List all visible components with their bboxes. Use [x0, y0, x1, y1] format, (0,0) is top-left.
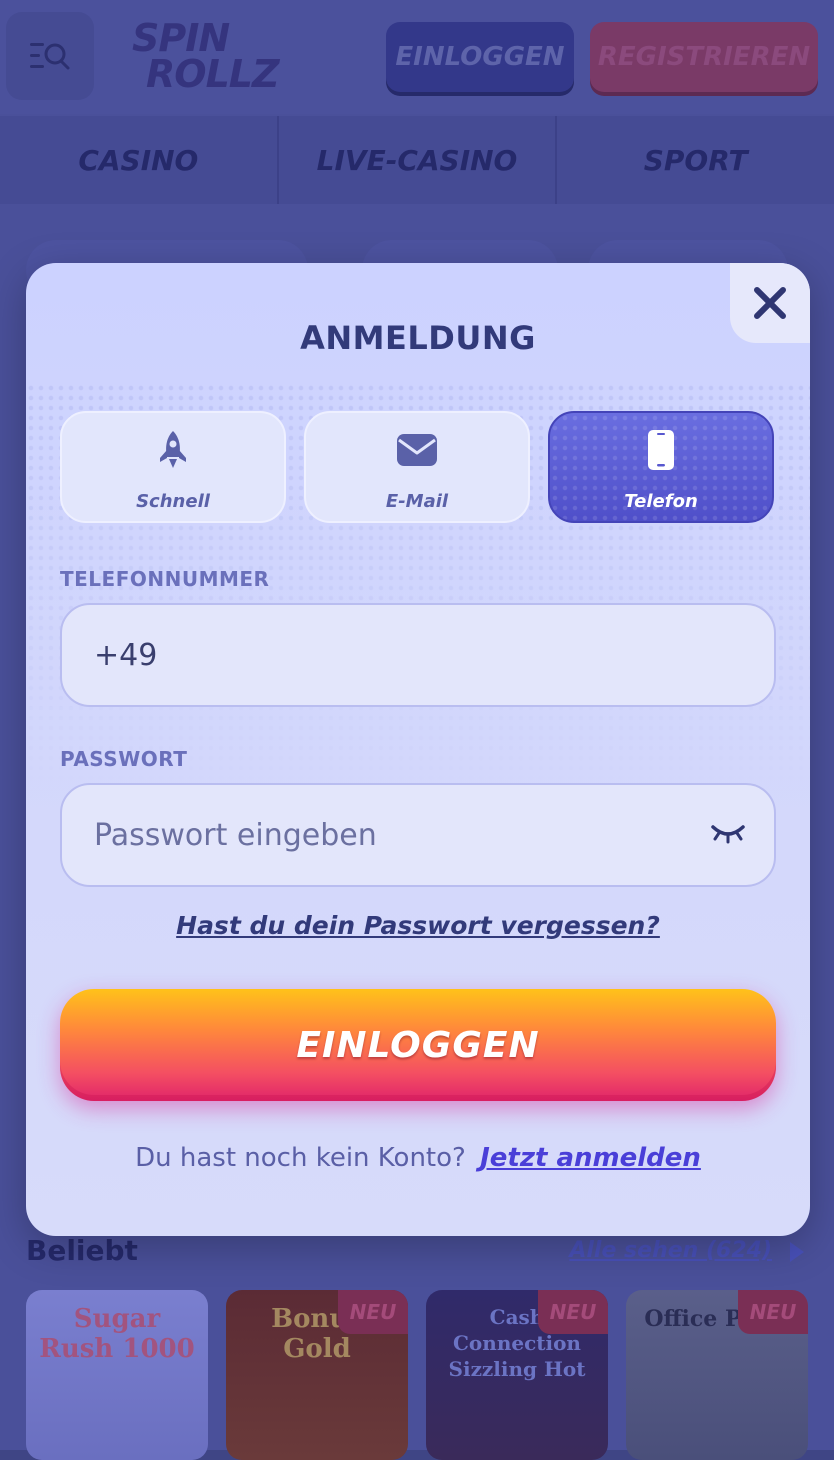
- password-label: PASSWORT: [60, 747, 188, 771]
- login-submit-button[interactable]: EINLOGGEN: [60, 989, 776, 1101]
- new-badge: NEU: [738, 1290, 808, 1334]
- game-tile[interactable]: Office Party NEU: [626, 1290, 808, 1460]
- arrow-right-icon[interactable]: [790, 1242, 804, 1262]
- menu-search-icon: [30, 43, 70, 70]
- signup-link[interactable]: Jetzt anmelden: [480, 1143, 701, 1173]
- top-bar: SPIN ROLLZ EINLOGGEN REGISTRIEREN: [0, 0, 834, 114]
- game-tile[interactable]: Sugar Rush 1000: [26, 1290, 208, 1460]
- close-icon: [754, 287, 786, 319]
- forgot-password-link[interactable]: Hast du dein Passwort vergessen?: [26, 911, 810, 940]
- tab-label: Schnell: [136, 491, 210, 512]
- tab-schnell[interactable]: Schnell: [60, 411, 286, 523]
- nav-live-casino[interactable]: LIVE-CASINO: [279, 116, 558, 204]
- tab-telefon[interactable]: Telefon: [548, 411, 774, 523]
- signup-prompt: Du hast noch kein Konto? Jetzt anmelden: [26, 1143, 810, 1173]
- rocket-icon: [160, 431, 186, 468]
- tab-label: E-Mail: [385, 491, 449, 512]
- login-method-tabs: Schnell E-Mail Telefon: [60, 411, 776, 527]
- header-login-button[interactable]: EINLOGGEN: [386, 22, 574, 92]
- modal-title: ANMELDUNG: [300, 319, 536, 357]
- menu-search-button[interactable]: [6, 12, 94, 100]
- game-tile[interactable]: Bonus Gold NEU: [226, 1290, 408, 1460]
- nav-casino[interactable]: CASINO: [0, 116, 279, 204]
- phone-label: TELEFONNUMMER: [60, 567, 270, 591]
- eye-closed-icon[interactable]: [710, 821, 746, 845]
- phone-input[interactable]: [94, 605, 694, 705]
- login-modal: ANMELDUNG Schnell E-Mail Telefon TELEFON…: [26, 263, 810, 1236]
- see-all-link[interactable]: Alle sehen (624): [569, 1238, 772, 1263]
- new-badge: NEU: [538, 1290, 608, 1334]
- game-title: Sugar Rush 1000: [39, 1304, 195, 1364]
- popular-section-title: Beliebt: [26, 1234, 138, 1267]
- nav-sport[interactable]: SPORT: [557, 116, 834, 204]
- category-nav: CASINO LIVE-CASINO SPORT: [0, 116, 834, 204]
- tab-label: Telefon: [624, 491, 698, 512]
- password-input[interactable]: [94, 785, 694, 885]
- envelope-icon: [397, 434, 437, 466]
- new-badge: NEU: [338, 1290, 408, 1334]
- phone-icon: [648, 430, 674, 470]
- no-account-text: Du hast noch kein Konto?: [135, 1143, 466, 1173]
- header-register-button[interactable]: REGISTRIEREN: [590, 22, 818, 92]
- phone-field[interactable]: [60, 603, 776, 707]
- password-field[interactable]: [60, 783, 776, 887]
- tab-email[interactable]: E-Mail: [304, 411, 530, 523]
- game-tile[interactable]: Cash Connection Sizzling Hot NEU: [426, 1290, 608, 1460]
- spinrollz-logo[interactable]: SPIN ROLLZ: [132, 19, 280, 94]
